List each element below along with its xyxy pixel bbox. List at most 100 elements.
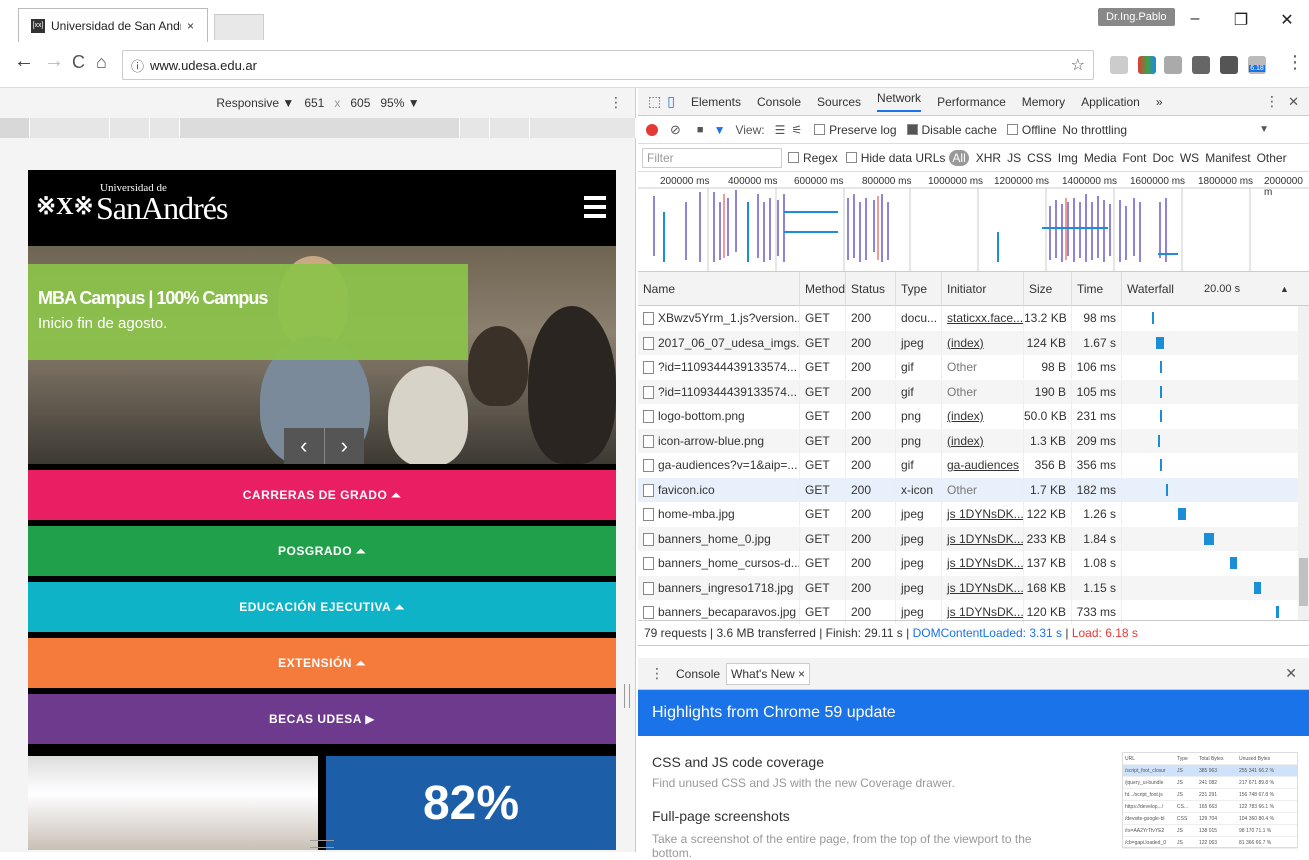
overview-icon[interactable]: ⚟ (791, 123, 802, 137)
throttling-dropdown-icon[interactable]: ▼ (1259, 124, 1269, 135)
back-button[interactable]: ← (14, 50, 34, 73)
media-query-bar[interactable] (110, 118, 150, 138)
cell-name[interactable]: ?id=1109344439133574... (638, 379, 800, 404)
cell-name[interactable]: favicon.ico (638, 477, 800, 502)
close-window-button[interactable]: ✕ (1272, 10, 1302, 30)
cell-name[interactable]: home-mba.jpg (638, 502, 800, 526)
device-toolbar-icon[interactable]: ▯ (667, 93, 675, 110)
cell-initiator[interactable]: js 1DYNsDK... (942, 526, 1024, 551)
capture-screenshots-icon[interactable]: ■ (697, 124, 704, 136)
minimize-button[interactable]: – (1180, 10, 1210, 28)
viewport-resize-handle[interactable] (624, 684, 630, 708)
maximize-button[interactable]: ❐ (1226, 10, 1256, 30)
table-row[interactable]: logo-bottom.png GET 200 png (index) 50.0 KB 23… (638, 404, 1298, 429)
filter-media[interactable]: Media (1084, 151, 1117, 165)
table-row[interactable]: banners_home_cursos-d... GET 200 jpeg js 1DY… (638, 551, 1298, 576)
drawer-tab-console[interactable]: Console (676, 667, 720, 681)
more-tabs-icon[interactable]: » (1156, 95, 1163, 109)
filter-xhr[interactable]: XHR (976, 151, 1001, 165)
filter-img[interactable]: Img (1058, 151, 1078, 165)
throttling-select[interactable]: No throttling (1062, 123, 1127, 137)
media-query-bars[interactable] (0, 118, 636, 138)
viewport-bottom-grip[interactable] (310, 840, 334, 848)
filter-funnel-icon[interactable]: ▼ (714, 123, 726, 137)
table-row[interactable]: banners_home_0.jpg GET 200 jpeg js 1DYNsDK..… (638, 526, 1298, 551)
extension-icon[interactable] (1192, 56, 1210, 74)
media-query-bar[interactable] (490, 118, 530, 138)
column-initiator[interactable]: Initiator (942, 272, 1024, 306)
sort-arrow-icon[interactable]: ▲ (1280, 272, 1289, 306)
info-icon[interactable]: ⓘ (131, 56, 144, 75)
cell-name[interactable]: XBwzv5Yrm_1.js?version... (638, 306, 800, 330)
tab-close-icon[interactable]: × (187, 19, 194, 33)
column-name[interactable]: Name (638, 272, 800, 306)
preserve-log-checkbox[interactable] (814, 124, 826, 135)
filter-all[interactable]: All (949, 149, 969, 166)
carousel-prev-button[interactable]: ‹ (284, 428, 325, 464)
logo-title[interactable]: SanAndrés (96, 190, 228, 227)
cell-initiator[interactable]: js 1DYNsDK... (942, 502, 1024, 526)
cell-name[interactable]: ?id=1109344439133574... (638, 355, 800, 379)
table-row[interactable]: favicon.ico GET 200 x-icon Other 1.7 KB 182 ms (638, 477, 1298, 502)
hero-carousel[interactable]: MBA Campus | 100% Campus Inicio fin de a… (28, 246, 616, 464)
cell-initiator[interactable]: ga-audiences (942, 453, 1024, 477)
home-button[interactable]: ⌂ (96, 52, 107, 73)
clear-icon[interactable]: ⊘ (670, 122, 681, 138)
menu-becas-udesa[interactable]: BECAS UDESA ▶ (28, 694, 616, 744)
preserve-log-label[interactable]: Preserve log (829, 123, 896, 137)
viewport-width[interactable]: 651 (304, 96, 324, 110)
table-row[interactable]: banners_ingreso1718.jpg GET 200 jpeg js 1DYN… (638, 575, 1298, 600)
menu-extension[interactable]: EXTENSIÓN ⏶ (28, 638, 616, 688)
cell-initiator[interactable]: (index) (942, 330, 1024, 355)
media-query-bar[interactable] (460, 118, 490, 138)
cell-initiator[interactable]: js 1DYNsDK... (942, 551, 1024, 575)
devtools-close-icon[interactable]: ✕ (1288, 94, 1299, 110)
omnibox[interactable]: ⓘ www.udesa.edu.ar ☆ (122, 50, 1094, 80)
large-rows-icon[interactable]: ☰ (775, 123, 786, 137)
table-row[interactable]: 2017_06_07_udesa_imgs... GET 200 jpeg (index… (638, 330, 1298, 355)
hide-data-urls-label[interactable]: Hide data URLs (861, 151, 946, 165)
media-query-bar[interactable] (0, 118, 30, 138)
column-method[interactable]: Method (800, 272, 846, 306)
menu-posgrado[interactable]: POSGRADO ⏶ (28, 526, 616, 576)
tab-network[interactable]: Network (877, 91, 922, 112)
column-status[interactable]: Status (846, 272, 896, 306)
cell-initiator[interactable]: js 1DYNsDK... (942, 575, 1024, 600)
cell-name[interactable]: banners_home_cursos-d... (638, 551, 800, 575)
drawer-tab-whats-new[interactable]: What's New × (726, 662, 811, 685)
table-row[interactable]: home-mba.jpg GET 200 jpeg js 1DYNsDK... 122 K… (638, 502, 1298, 527)
hero-title[interactable]: MBA Campus | 100% Campus (38, 288, 468, 309)
carousel-next-button[interactable]: › (325, 428, 365, 464)
viewport-height[interactable]: 605 (350, 96, 370, 110)
inspect-icon[interactable]: ⬚ (648, 93, 661, 110)
filter-doc[interactable]: Doc (1153, 151, 1174, 165)
tab-memory[interactable]: Memory (1022, 95, 1065, 109)
menu-educacion-ejecutiva[interactable]: EDUCACIÓN EJECUTIVA ⏶ (28, 582, 616, 632)
profile-button[interactable]: Dr.Ing.Pablo (1098, 8, 1175, 26)
hide-data-urls-checkbox[interactable] (845, 152, 857, 163)
disable-cache-label[interactable]: Disable cache (922, 123, 997, 137)
forward-button[interactable]: → (44, 50, 64, 73)
extension-icon[interactable] (1110, 56, 1128, 74)
filter-font[interactable]: Font (1123, 151, 1147, 165)
url-text[interactable]: www.udesa.edu.ar (150, 58, 257, 73)
table-row[interactable]: ?id=1109344439133574... GET 200 gif Other 98 … (638, 355, 1298, 380)
filter-manifest[interactable]: Manifest (1205, 151, 1250, 165)
table-row[interactable]: icon-arrow-blue.png GET 200 png (index) 1.3 K… (638, 428, 1298, 453)
column-time[interactable]: Time (1072, 272, 1122, 306)
media-query-bar[interactable] (150, 118, 180, 138)
media-query-bar[interactable] (180, 118, 460, 138)
regex-label[interactable]: Regex (803, 151, 838, 165)
hamburger-menu-icon[interactable] (584, 196, 606, 218)
device-mode-select[interactable]: Responsive ▼ (216, 96, 294, 110)
cell-initiator[interactable]: staticxx.face... (942, 306, 1024, 330)
logo-crest-icon[interactable]: ※X※ (36, 192, 94, 221)
table-row[interactable]: ga-audiences?v=1&aip=... GET 200 gif ga-audi… (638, 453, 1298, 478)
browser-tab[interactable]: [xx] Universidad de San Andr × (18, 8, 208, 42)
cell-name[interactable]: ga-audiences?v=1&aip=... (638, 453, 800, 477)
feature-title[interactable]: Full-page screenshots (652, 808, 790, 824)
offline-checkbox[interactable] (1006, 124, 1018, 135)
cell-initiator[interactable]: Other (942, 477, 1024, 502)
feature-title[interactable]: CSS and JS code coverage (652, 754, 824, 770)
network-overview-timeline[interactable]: 200000 ms 400000 ms 600000 ms 800000 ms … (638, 172, 1309, 272)
